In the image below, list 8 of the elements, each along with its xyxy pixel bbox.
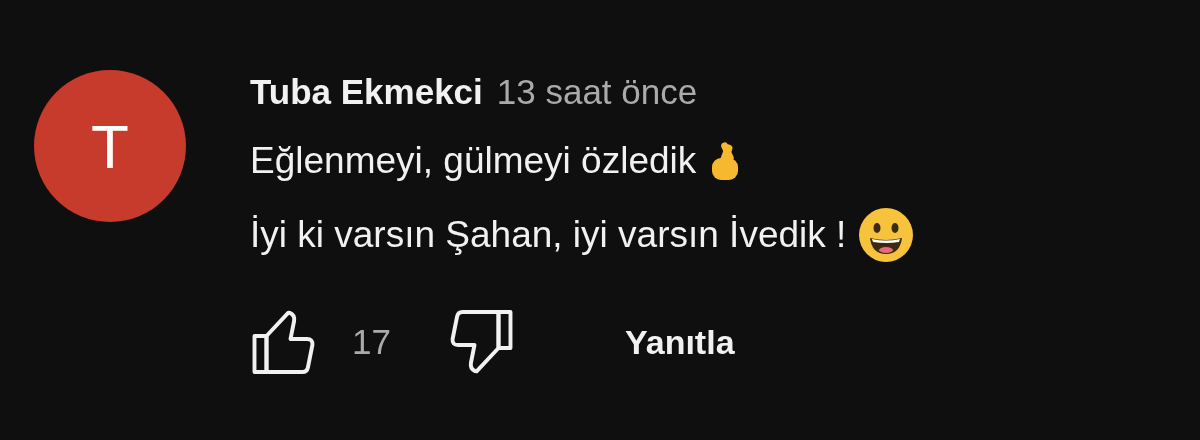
reply-button[interactable]: Yanıtla bbox=[614, 316, 745, 368]
comment-time[interactable]: 13 saat önce bbox=[496, 72, 698, 112]
comment-text: Eğlenmeyi, gülmeyi özledik bbox=[250, 140, 697, 182]
author-name[interactable]: Tuba Ekmekci bbox=[250, 72, 483, 112]
like-count: 17 bbox=[352, 322, 391, 362]
grinning-face-icon bbox=[858, 207, 915, 263]
avatar[interactable]: T bbox=[34, 70, 186, 222]
comment-text: İyi ki varsın Şahan, iyi varsın İvedik ! bbox=[250, 214, 847, 256]
